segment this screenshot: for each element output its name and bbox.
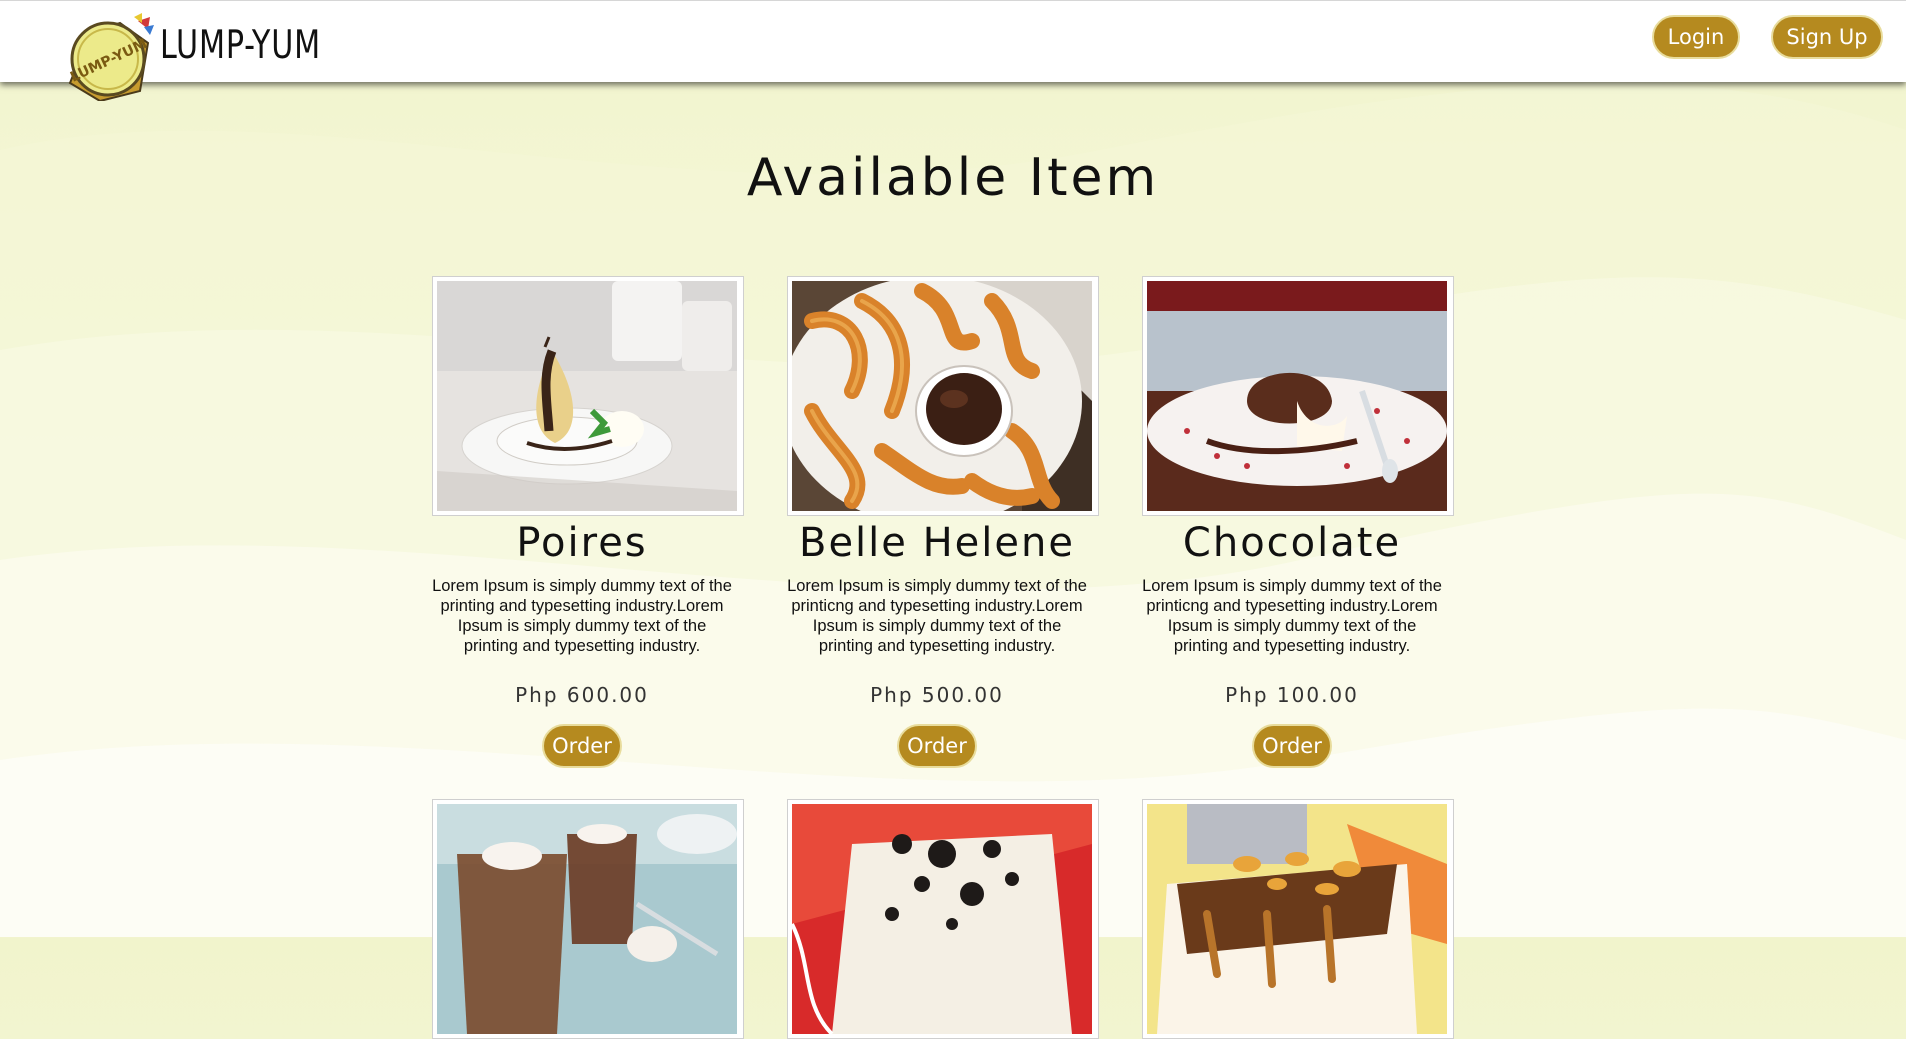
order-button[interactable]: Order: [542, 724, 622, 768]
order-button[interactable]: Order: [897, 724, 977, 768]
item-image-chocolate[interactable]: [1142, 276, 1454, 516]
item-card: [432, 799, 744, 1039]
login-button[interactable]: Login: [1652, 15, 1740, 59]
top-navbar: LUMP-YUM LUMP-YUM Login Sign Up: [0, 0, 1906, 103]
item-price: Php 600.00: [515, 683, 649, 707]
item-price: Php 500.00: [870, 683, 1004, 707]
item-name: Poires: [516, 520, 648, 566]
sign-up-button[interactable]: Sign Up: [1771, 15, 1883, 59]
item-description: Lorem Ipsum is simply dummy text of the …: [432, 577, 732, 655]
item-image-mousse[interactable]: [432, 799, 744, 1039]
order-button[interactable]: Order: [1252, 724, 1332, 768]
page-title: Available Item: [746, 148, 1160, 208]
item-name: Chocolate: [1182, 520, 1402, 566]
lump-yum-logo[interactable]: LUMP-YUM: [60, 13, 156, 103]
item-image-belle-helene[interactable]: [787, 276, 1099, 516]
item-image-oreo-cake[interactable]: [787, 799, 1099, 1039]
item-price: Php 100.00: [1225, 683, 1359, 707]
item-image-poires[interactable]: [432, 276, 744, 516]
item-description: Lorem Ipsum is simply dummy text of the …: [1142, 577, 1442, 655]
item-card: [1142, 799, 1454, 1039]
item-description: Lorem Ipsum is simply dummy text of the …: [787, 577, 1087, 655]
brand-name: LUMP-YUM: [160, 23, 322, 68]
item-name: Belle Helene: [799, 520, 1075, 566]
item-card: [787, 799, 1099, 1039]
item-image-caramel-cake[interactable]: [1142, 799, 1454, 1039]
